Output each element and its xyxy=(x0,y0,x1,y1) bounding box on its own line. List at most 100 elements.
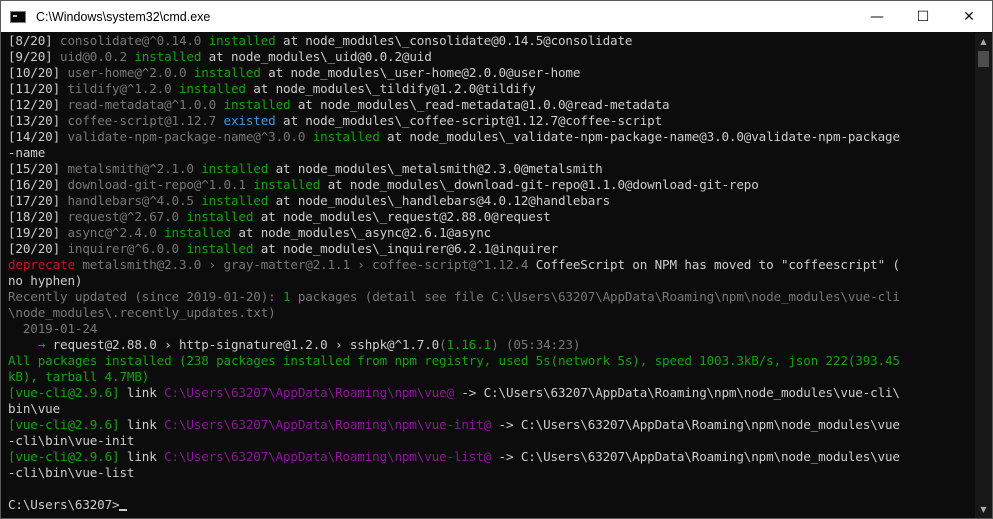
close-icon: ✕ xyxy=(963,8,975,25)
close-button[interactable]: ✕ xyxy=(946,1,992,32)
status-installed: installed xyxy=(134,49,202,64)
console-line: [18/20] request@^2.67.0 installed at nod… xyxy=(8,209,968,225)
progress-count: [17/20] xyxy=(8,193,68,208)
scroll-up-button[interactable]: ▲ xyxy=(975,33,992,50)
install-path: at node_modules\_uid@0.0.2@uid xyxy=(201,49,432,64)
cmd-window: C:\Windows\system32\cmd.exe — ☐ ✕ [8/20]… xyxy=(0,0,993,519)
install-path: at node_modules\_tildify@1.2.0@tildify xyxy=(245,81,536,96)
package-spec: tildify@^1.2.0 xyxy=(67,81,179,96)
console-line: [vue-cli@2.9.6] link C:\Users\63207\AppD… xyxy=(8,417,968,433)
minimize-icon: — xyxy=(870,8,884,25)
console-line: [9/20] uid@0.0.2 installed at node_modul… xyxy=(8,49,968,65)
title-bar[interactable]: C:\Windows\system32\cmd.exe — ☐ ✕ xyxy=(1,1,992,32)
install-path: at node_modules\_user-home@2.0.0@user-ho… xyxy=(260,65,581,80)
progress-count: [10/20] xyxy=(8,65,68,80)
install-path: at node_modules\_request@2.88.0@request xyxy=(253,209,551,224)
console-line: [10/20] user-home@^2.0.0 installed at no… xyxy=(8,65,968,81)
link-target: -> C:\Users\63207\AppData\Roaming\npm\no… xyxy=(491,417,900,432)
console-line: -name xyxy=(8,145,968,161)
console-line: → request@2.88.0 › http-signature@1.2.0 … xyxy=(8,337,968,353)
maximize-button[interactable]: ☐ xyxy=(900,1,946,32)
progress-count: [20/20] xyxy=(8,241,68,256)
console-line: [16/20] download-git-repo@^1.0.1 install… xyxy=(8,177,968,193)
cmd-app-icon[interactable] xyxy=(10,10,26,23)
console-line: [15/20] metalsmith@^2.1.0 installed at n… xyxy=(8,161,968,177)
console-line: [13/20] coffee-script@1.12.7 existed at … xyxy=(8,113,968,129)
install-path: at node_modules\_metalsmith@2.3.0@metals… xyxy=(268,161,603,176)
console-line: -cli\bin\vue-list xyxy=(8,465,968,481)
recently-updated-text: packages (detail see file C:\Users\63207… xyxy=(290,289,900,304)
console-line: All packages installed (238 packages ins… xyxy=(8,353,968,369)
deprecate-label: deprecate xyxy=(8,257,75,272)
link-target: -> C:\Users\63207\AppData\Roaming\npm\no… xyxy=(491,449,900,464)
console-line: deprecate metalsmith@2.3.0 › gray-matter… xyxy=(8,257,968,273)
link-source: C:\Users\63207\AppData\Roaming\npm\vue-i… xyxy=(164,417,492,432)
package-spec: request@^2.67.0 xyxy=(67,209,187,224)
chevron-up-icon: ▲ xyxy=(980,37,987,46)
install-path: at node_modules\_consolidate@0.14.5@cons… xyxy=(275,33,633,48)
console-line: [8/20] consolidate@^0.14.0 installed at … xyxy=(8,33,968,49)
link-source: C:\Users\63207\AppData\Roaming\npm\vue@ xyxy=(164,385,454,400)
install-path: at node_modules\_download-git-repo@1.1.0… xyxy=(320,177,759,192)
link-tag: [vue-cli@2.9.6] xyxy=(8,417,120,432)
console-line: -cli\bin\vue-init xyxy=(8,433,968,449)
update-time: (05:34:23) xyxy=(498,337,581,352)
install-path: at node_modules\_inquirer@6.2.1@inquirer xyxy=(253,241,558,256)
status-installed: installed xyxy=(164,225,231,240)
install-path: at node_modules\_async@2.6.1@async xyxy=(230,225,492,240)
console-line: no hyphen) xyxy=(8,273,968,289)
dependency-chain: metalsmith@2.3.0 › gray-matter@2.1.1 › c… xyxy=(74,257,536,272)
install-path: -name xyxy=(8,145,46,160)
install-summary: kB), tarball 4.7MB) xyxy=(8,369,150,384)
status-installed: installed xyxy=(186,241,254,256)
link-tag: [vue-cli@2.9.6] xyxy=(8,385,120,400)
link-target: bin\vue xyxy=(8,401,61,416)
install-summary: All packages installed (238 packages ins… xyxy=(8,353,900,368)
update-date: 2019-01-24 xyxy=(8,321,98,336)
new-version: 1.16.1 xyxy=(446,337,492,352)
install-path: at node_modules\_validate-npm-package-na… xyxy=(379,129,900,144)
package-spec: uid@0.0.2 xyxy=(60,49,135,64)
package-spec: coffee-script@1.12.7 xyxy=(67,113,224,128)
console-line: bin\vue xyxy=(8,401,968,417)
console-line: [vue-cli@2.9.6] link C:\Users\63207\AppD… xyxy=(8,385,968,401)
command-prompt-line[interactable]: C:\Users\63207> xyxy=(8,497,968,513)
status-existed: existed xyxy=(223,113,276,128)
link-word: link xyxy=(119,417,165,432)
link-target: -> C:\Users\63207\AppData\Roaming\npm\no… xyxy=(453,385,900,400)
progress-count: [15/20] xyxy=(8,161,68,176)
package-spec: async@^2.4.0 xyxy=(67,225,165,240)
console-line: Recently updated (since 2019-01-20): 1 p… xyxy=(8,289,968,305)
install-path: at node_modules\_read-metadata@1.0.0@rea… xyxy=(290,97,670,112)
status-installed: installed xyxy=(186,209,254,224)
package-spec: download-git-repo@^1.0.1 xyxy=(67,177,254,192)
paren: ( xyxy=(439,337,447,352)
console-line: [11/20] tildify@^1.2.0 installed at node… xyxy=(8,81,968,97)
package-spec: user-home@^2.0.0 xyxy=(67,65,194,80)
status-installed: installed xyxy=(201,161,269,176)
scroll-thumb[interactable] xyxy=(978,51,989,67)
status-installed: installed xyxy=(253,177,321,192)
progress-count: [16/20] xyxy=(8,177,68,192)
link-source: C:\Users\63207\AppData\Roaming\npm\vue-l… xyxy=(164,449,492,464)
console-line: [19/20] async@^2.4.0 installed at node_m… xyxy=(8,225,968,241)
command-prompt: C:\Users\63207> xyxy=(8,497,120,512)
package-spec: validate-npm-package-name@^3.0.0 xyxy=(67,129,313,144)
link-word: link xyxy=(119,449,165,464)
progress-count: [19/20] xyxy=(8,225,68,240)
text-cursor xyxy=(119,509,128,511)
console-output[interactable]: [8/20] consolidate@^0.14.0 installed at … xyxy=(8,33,968,513)
package-spec: inquirer@^6.0.0 xyxy=(67,241,187,256)
package-spec: metalsmith@^2.1.0 xyxy=(67,161,202,176)
status-installed: installed xyxy=(178,81,246,96)
scroll-down-button[interactable]: ▼ xyxy=(975,501,992,518)
link-target: -cli\bin\vue-list xyxy=(8,465,135,480)
progress-count: [14/20] xyxy=(8,129,68,144)
status-installed: installed xyxy=(201,193,269,208)
window-title: C:\Windows\system32\cmd.exe xyxy=(36,9,211,24)
minimize-button[interactable]: — xyxy=(854,1,900,32)
console-line: \node_modules\.recently_updates.txt) xyxy=(8,305,968,321)
maximize-icon: ☐ xyxy=(916,8,930,25)
vertical-scrollbar[interactable]: ▲ ▼ xyxy=(975,33,992,518)
